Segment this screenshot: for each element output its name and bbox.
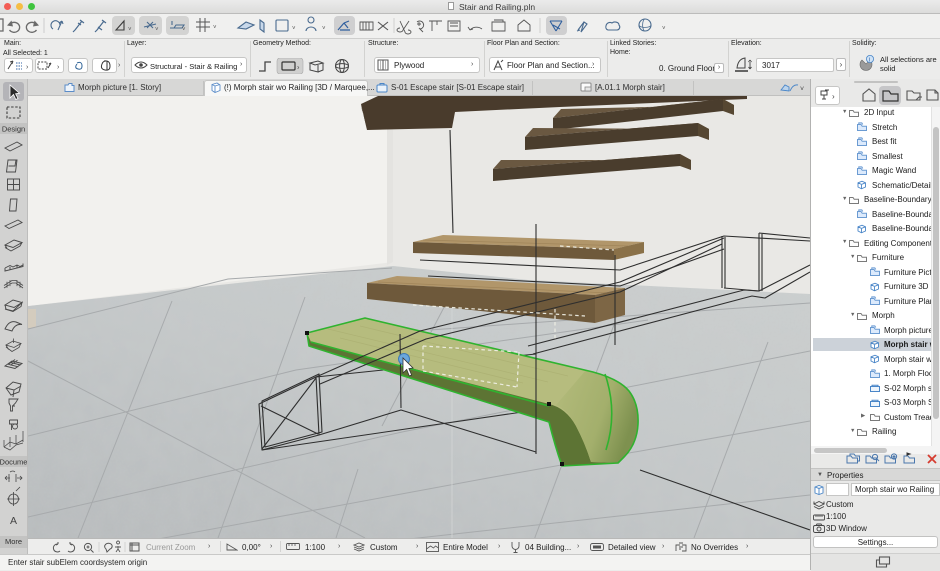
svg-text:˅: ˅: [213, 25, 217, 31]
svg-text:˅: ˅: [292, 26, 296, 32]
svg-text:›: ›: [26, 64, 29, 71]
svg-text:›: ›: [832, 92, 835, 101]
svg-text:Docume: Docume: [0, 458, 27, 467]
svg-text:˅: ˅: [128, 27, 132, 33]
svg-text:˅: ˅: [322, 26, 326, 32]
svg-text:A: A: [10, 515, 17, 527]
svg-text:˅: ˅: [155, 27, 159, 33]
svg-text:˅: ˅: [800, 86, 804, 93]
svg-text:›: ›: [57, 64, 60, 71]
svg-text:˅: ˅: [662, 26, 666, 32]
svg-text:i: i: [869, 57, 870, 63]
svg-text:Design: Design: [2, 125, 25, 134]
svg-text:˅: ˅: [182, 27, 186, 33]
